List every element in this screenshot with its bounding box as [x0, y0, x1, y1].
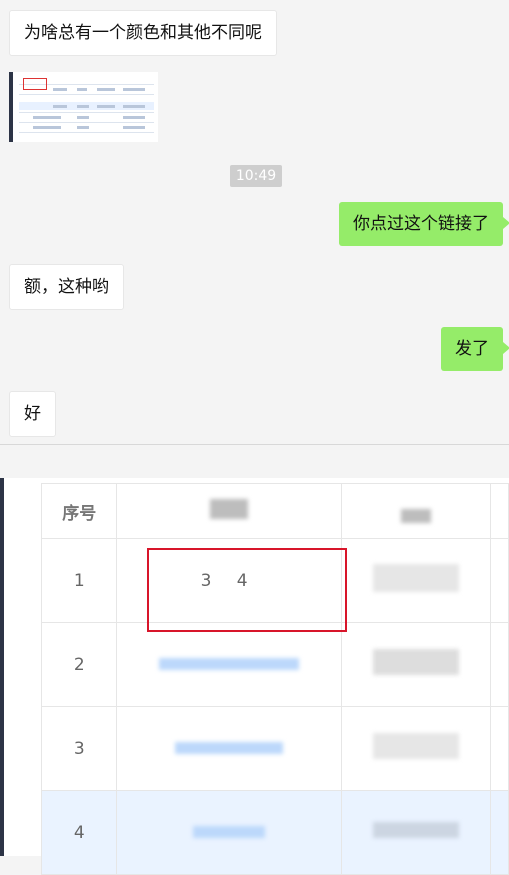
table-row[interactable]: 2	[40, 622, 509, 707]
message-bubble-received[interactable]: 额，这种哟	[9, 264, 124, 310]
column-header-index: 序号	[40, 483, 118, 539]
message-bubble-sent[interactable]: 你点过这个链接了	[339, 202, 509, 246]
thumbnail-annotation-box	[23, 78, 47, 90]
row-index: 4	[40, 790, 118, 875]
column-header-blurred	[490, 483, 509, 539]
column-header-blurred	[340, 483, 492, 539]
data-table: 序号 1 3 4 2 3 4	[40, 483, 509, 875]
message-bubble-received[interactable]: 为啥总有一个颜色和其他不同呢	[9, 10, 277, 56]
chat-panel: 为啥总有一个颜色和其他不同呢 10:49 你点过这个链接了 额，这种哟 发了 好	[0, 0, 509, 445]
table-row-selected[interactable]: 4	[40, 790, 509, 875]
message-bubble-received[interactable]: 好	[9, 391, 56, 437]
annotation-highlight-box	[147, 548, 347, 632]
table-row[interactable]: 3	[40, 706, 509, 791]
row-index: 3	[40, 706, 118, 791]
image-message-thumbnail[interactable]	[9, 72, 158, 142]
row-index: 2	[40, 622, 118, 707]
message-timestamp: 10:49	[230, 165, 282, 187]
table-header-row: 序号	[40, 483, 509, 539]
sidebar-strip	[0, 478, 4, 856]
column-header-blurred	[116, 483, 342, 539]
row-index: 1	[40, 538, 118, 623]
message-bubble-sent[interactable]: 发了	[441, 327, 509, 371]
